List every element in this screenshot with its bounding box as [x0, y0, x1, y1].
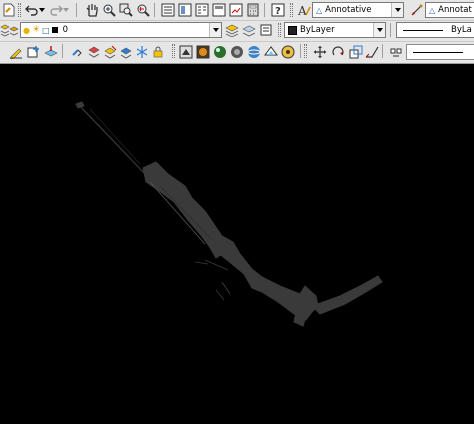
- bulb-icon: ●: [23, 25, 30, 35]
- linetype-value: ByLa: [451, 25, 472, 35]
- design-center-icon[interactable]: [177, 2, 193, 18]
- unlock-icon: □: [42, 25, 50, 35]
- chevron-down-icon[interactable]: [391, 3, 403, 17]
- lights-icon[interactable]: [212, 44, 228, 60]
- lineweight-select[interactable]: [406, 44, 474, 60]
- lineweight-sample: [413, 51, 463, 53]
- drawing-canvas[interactable]: [0, 64, 474, 424]
- toolbar-grip[interactable]: [172, 44, 175, 58]
- drawing-line: [77, 103, 146, 175]
- color-swatch: [288, 25, 297, 35]
- sheet-set-icon[interactable]: [211, 2, 227, 18]
- corridor-polygon: [142, 161, 319, 321]
- layer-match-icon[interactable]: [70, 44, 86, 60]
- undo-dropdown-icon[interactable]: [38, 2, 46, 18]
- dim-style-value: Annotat: [438, 5, 472, 15]
- scale-icon[interactable]: [348, 44, 364, 60]
- layer-previous-icon[interactable]: [43, 44, 59, 60]
- layer-walk-icon[interactable]: [258, 22, 274, 38]
- svg-text:?: ?: [275, 6, 281, 17]
- text-style-select[interactable]: △ Annotative: [312, 2, 404, 18]
- zoom-previous-icon[interactable]: [135, 2, 151, 18]
- rotate-icon[interactable]: [330, 44, 346, 60]
- dim-style-icon[interactable]: [409, 2, 425, 18]
- help-icon[interactable]: ?: [270, 2, 286, 18]
- layer-lock-icon[interactable]: [150, 44, 166, 60]
- toolbar-grip[interactable]: [278, 23, 281, 37]
- layer-properties-icon[interactable]: [8, 44, 24, 60]
- layer-select[interactable]: ● ☀ □ 0: [20, 22, 222, 38]
- markup-icon[interactable]: [228, 2, 244, 18]
- layer-freeze-icon[interactable]: [134, 44, 150, 60]
- redo-dropdown-icon[interactable]: [62, 2, 70, 18]
- orbit-icon[interactable]: [246, 44, 262, 60]
- text-style-value: Annotative: [325, 5, 372, 15]
- layer-isolate-icon[interactable]: [9, 22, 19, 38]
- tool-palettes-icon[interactable]: [194, 2, 210, 18]
- color-value: ByLayer: [300, 25, 335, 35]
- zoom-window-icon[interactable]: [118, 2, 134, 18]
- drawing-line: [204, 259, 229, 271]
- appendage-polygon: [75, 101, 85, 109]
- drawing-line: [89, 108, 141, 165]
- stretch-icon[interactable]: [364, 44, 380, 60]
- layer-unisolate-icon[interactable]: [102, 44, 118, 60]
- calculator-icon[interactable]: [245, 2, 261, 18]
- zoom-realtime-icon[interactable]: [101, 2, 117, 18]
- layer-name-value: 0: [62, 25, 69, 35]
- chevron-down-icon[interactable]: [373, 23, 385, 37]
- linetype-sample: [403, 29, 443, 31]
- visual-style-icon[interactable]: [263, 44, 279, 60]
- layer-previous-icon[interactable]: [241, 22, 257, 38]
- drawing-line: [221, 281, 231, 295]
- modify-render-toolbar-row: [0, 41, 474, 64]
- toolbar-grip[interactable]: [290, 3, 293, 17]
- make-object-layer-current-icon[interactable]: [224, 22, 240, 38]
- new-file-icon[interactable]: [1, 2, 17, 18]
- layer-change-icon[interactable]: [86, 44, 102, 60]
- render-icon[interactable]: [178, 44, 194, 60]
- move-icon[interactable]: [312, 44, 328, 60]
- drawing-line: [215, 289, 225, 301]
- layer-merge-icon[interactable]: [118, 44, 134, 60]
- chevron-down-icon[interactable]: [209, 23, 221, 37]
- array-icon[interactable]: [388, 44, 404, 60]
- camera-icon[interactable]: [280, 44, 296, 60]
- toolbar-grip[interactable]: [304, 44, 307, 58]
- sun-icon[interactable]: [229, 44, 245, 60]
- toolbar-area: ? A △ Annotative △ Annotat ● ☀ □ 0 ByLay…: [0, 0, 474, 64]
- standard-toolbar-row: ? A △ Annotative △ Annotat: [0, 0, 474, 21]
- tail-polygon: [311, 275, 383, 315]
- svg-text:A: A: [297, 4, 307, 17]
- properties-icon[interactable]: [160, 2, 176, 18]
- toolbar-grip[interactable]: [18, 3, 21, 17]
- pan-icon[interactable]: [84, 2, 100, 18]
- text-style-icon[interactable]: A: [296, 2, 312, 18]
- make-current-icon[interactable]: [26, 44, 42, 60]
- layers-toolbar-row: ● ☀ □ 0 ByLayer ByLa: [0, 20, 474, 42]
- linetype-select[interactable]: ByLa: [396, 22, 474, 38]
- dim-style-select[interactable]: △ Annotat: [425, 2, 474, 18]
- sun-icon: ☀: [31, 25, 41, 35]
- color-select[interactable]: ByLayer: [284, 22, 386, 38]
- drawing-geometry: [75, 101, 383, 327]
- materials-icon[interactable]: [195, 44, 211, 60]
- drawing-line: [194, 261, 209, 265]
